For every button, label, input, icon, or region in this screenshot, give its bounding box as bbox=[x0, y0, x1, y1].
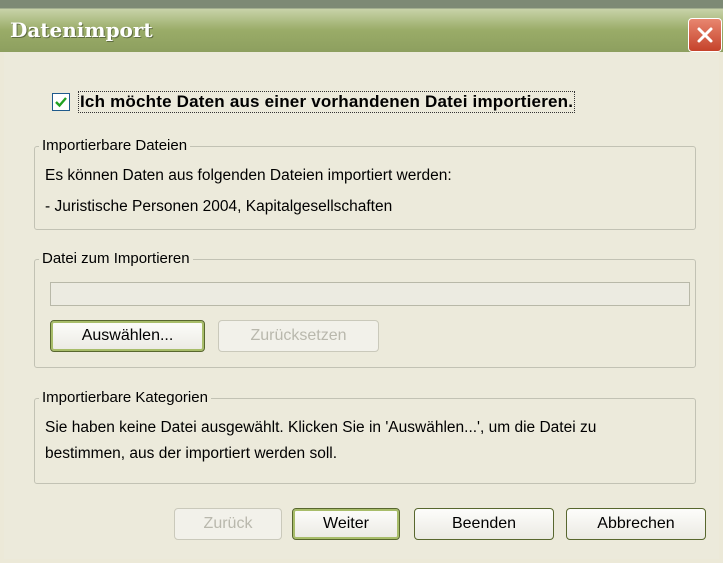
reset-button[interactable]: Zurücksetzen bbox=[218, 320, 379, 352]
import-checkbox-label[interactable]: Ich möchte Daten aus einer vorhandenen D… bbox=[78, 91, 576, 113]
checkmark-icon bbox=[55, 97, 67, 108]
importable-categories-line1: Sie haben keine Datei ausgewählt. Klicke… bbox=[45, 419, 597, 436]
importable-categories-line2: bestimmen, aus der importiert werden sol… bbox=[45, 445, 338, 462]
import-checkbox[interactable] bbox=[52, 93, 70, 111]
next-button[interactable]: Weiter bbox=[292, 508, 400, 540]
select-file-button[interactable]: Auswählen... bbox=[50, 320, 205, 352]
title-bar[interactable]: Datenimport bbox=[0, 0, 723, 52]
importable-files-group: Importierbare Dateien Es können Daten au… bbox=[34, 137, 696, 230]
close-button[interactable] bbox=[688, 18, 722, 52]
finish-button[interactable]: Beenden bbox=[414, 508, 554, 540]
importable-files-line1: Es können Daten aus folgenden Dateien im… bbox=[45, 167, 452, 184]
file-to-import-legend: Datei zum Importieren bbox=[39, 250, 193, 267]
close-icon bbox=[697, 27, 713, 43]
back-button[interactable]: Zurück bbox=[174, 508, 282, 540]
importable-categories-group: Importierbare Kategorien Sie haben keine… bbox=[34, 389, 696, 484]
importable-files-line2: - Juristische Personen 2004, Kapitalgese… bbox=[45, 198, 393, 215]
file-path-field[interactable] bbox=[50, 282, 690, 306]
cancel-button[interactable]: Abbrechen bbox=[566, 508, 706, 540]
importable-categories-legend: Importierbare Kategorien bbox=[39, 389, 211, 406]
import-dialog: Datenimport Ich möchte Daten aus einer v… bbox=[0, 0, 723, 563]
importable-files-legend: Importierbare Dateien bbox=[39, 137, 191, 154]
import-checkbox-row[interactable]: Ich möchte Daten aus einer vorhandenen D… bbox=[52, 90, 576, 114]
window-title: Datenimport bbox=[10, 18, 153, 42]
